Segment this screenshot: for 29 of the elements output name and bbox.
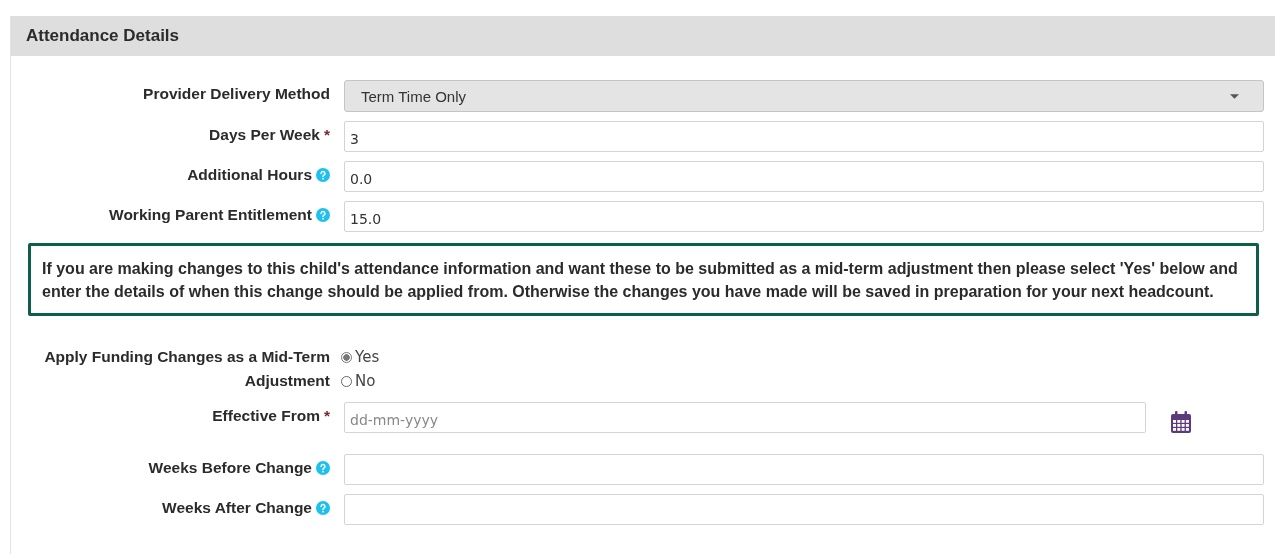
input-field[interactable]: 0.0 [344, 161, 1264, 192]
field-label: Effective From [212, 406, 320, 426]
radio-option[interactable]: Yes [341, 345, 380, 369]
caret-icon[interactable] [1230, 93, 1239, 99]
input-field[interactable] [344, 454, 1264, 485]
input-field[interactable] [344, 494, 1264, 525]
field-label: Provider Delivery Method [143, 84, 330, 104]
field-label: Weeks After Change [162, 498, 312, 518]
radio-option[interactable]: No [341, 369, 380, 393]
notice-message: If you are making changes to this child's attendance information and want these to be submitted as a mid-term adjustment then please select 'Yes' below and enter the details of when this change should be applied from. Otherwise the changes you have made will be saved in preparation for your next headcount. [28, 243, 1259, 316]
help-icon[interactable] [316, 501, 330, 515]
section-header: Attendance Details [11, 16, 1275, 56]
radio-button[interactable] [341, 375, 352, 387]
field-label: Apply Funding Changes as a Mid-Term Adjustment [43, 347, 330, 391]
help-icon[interactable] [316, 461, 330, 475]
radio-button[interactable] [341, 351, 352, 363]
help-icon[interactable] [316, 208, 330, 222]
input-field[interactable]: 15.0 [344, 201, 1264, 232]
help-icon[interactable] [316, 168, 330, 182]
field-label: Days Per Week [209, 125, 320, 145]
dropdown-field[interactable]: Term Time Only [344, 80, 1264, 112]
input-field[interactable]: 3 [344, 121, 1264, 152]
required-mark: * [323, 126, 330, 144]
field-label: Weeks Before Change [148, 458, 312, 478]
calendar-icon[interactable] [1171, 410, 1191, 433]
date-field[interactable]: dd-mm-yyyy [344, 402, 1146, 433]
required-mark: * [323, 407, 330, 425]
field-label: Additional Hours [187, 165, 312, 185]
field-label: Working Parent Entitlement [109, 205, 312, 225]
